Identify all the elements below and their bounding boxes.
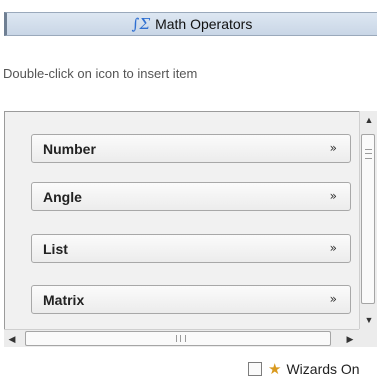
expand-chevron-icon[interactable]: » (330, 292, 337, 306)
horizontal-scroll-thumb[interactable] (25, 331, 331, 346)
wizard-wand-icon: ★ (268, 361, 282, 378)
math-operators-icon: ∫Σ (131, 15, 151, 33)
scrollbar-corner (359, 329, 377, 347)
wizards-checkbox[interactable] (248, 362, 262, 376)
expand-chevron-icon[interactable]: » (330, 141, 337, 155)
insert-hint: Double-click on icon to insert item (3, 66, 198, 81)
vertical-scrollbar[interactable]: ▲ ▼ (359, 111, 377, 329)
category-label: List (43, 240, 68, 257)
categories-panel: Number » Angle » List » Matrix » (4, 111, 377, 343)
expand-chevron-icon[interactable]: » (330, 189, 337, 203)
category-label: Angle (43, 188, 82, 205)
category-label: Matrix (43, 291, 85, 308)
scroll-right-icon[interactable]: ▶ (343, 331, 357, 347)
horizontal-scrollbar[interactable]: ◀ ▶ (4, 329, 359, 347)
scroll-up-icon[interactable]: ▲ (362, 113, 376, 127)
panel-title-bar: ∫Σ Math Operators (4, 12, 377, 36)
category-list[interactable]: List » (31, 234, 351, 263)
category-number[interactable]: Number » (31, 134, 351, 163)
scroll-left-icon[interactable]: ◀ (5, 331, 19, 347)
category-angle[interactable]: Angle » (31, 182, 351, 211)
expand-chevron-icon[interactable]: » (330, 241, 337, 255)
wizards-label: Wizards On (286, 361, 360, 377)
category-label: Number (43, 140, 96, 157)
wizards-toggle[interactable]: ★ Wizards On (248, 358, 377, 380)
vertical-scroll-thumb[interactable] (361, 134, 375, 304)
scroll-down-icon[interactable]: ▼ (362, 313, 376, 327)
panel-title: Math Operators (155, 16, 253, 32)
category-matrix[interactable]: Matrix » (31, 285, 351, 314)
